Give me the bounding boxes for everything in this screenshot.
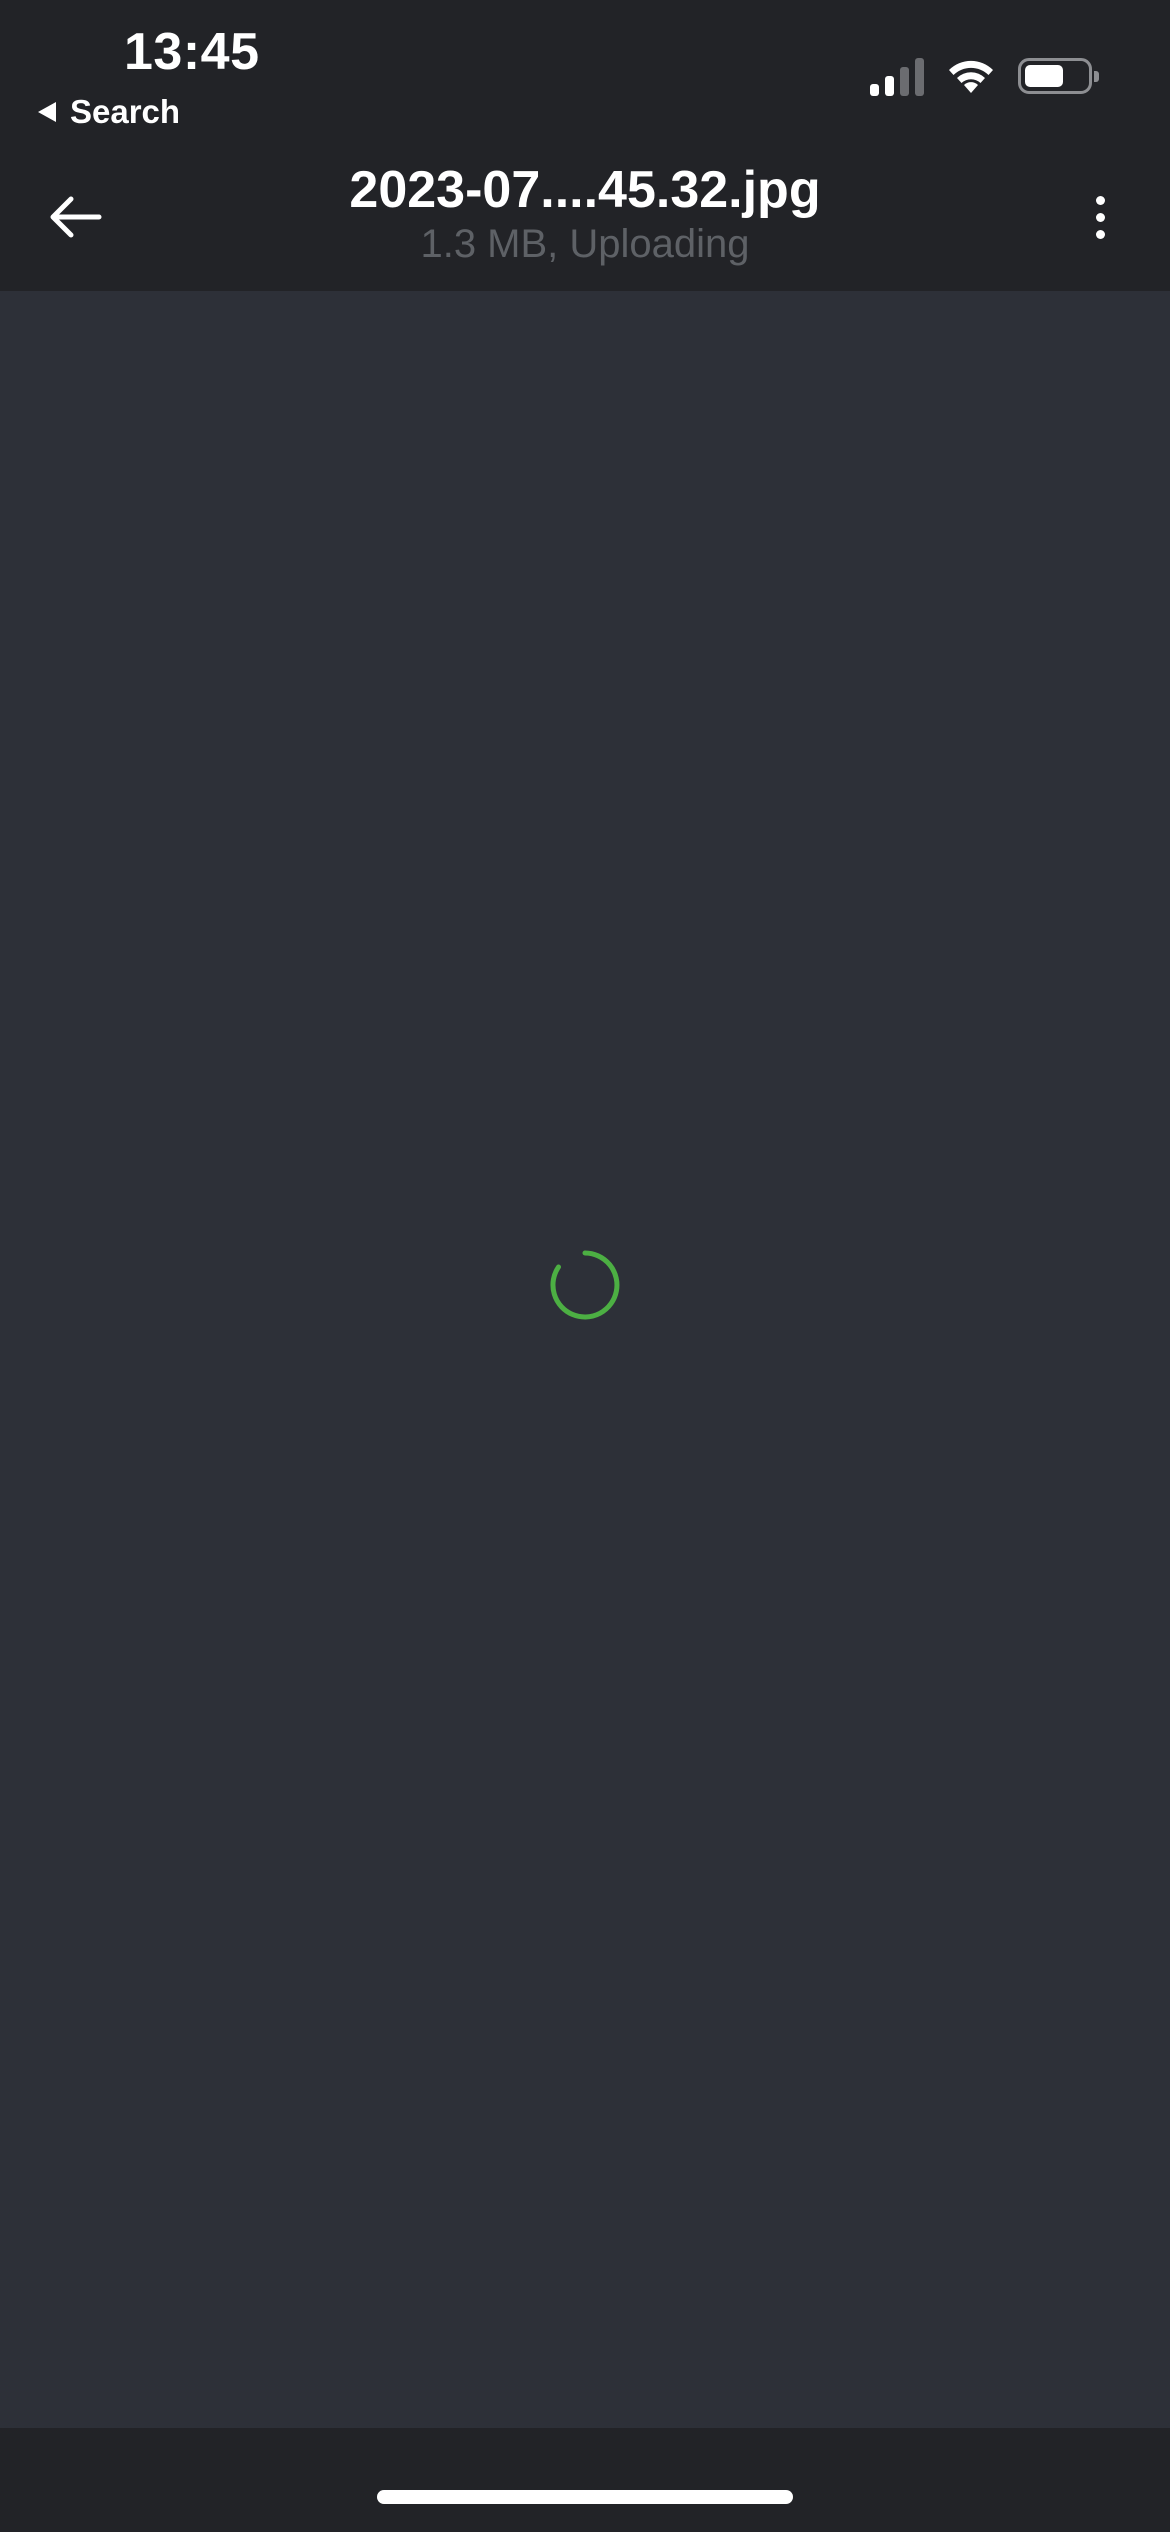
- image-preview-area: [0, 291, 1170, 2428]
- file-name-title: 2023-07....45.32.jpg: [349, 161, 821, 219]
- back-button[interactable]: [40, 182, 110, 252]
- more-options-button[interactable]: [1070, 187, 1130, 247]
- bottom-bar: [0, 2428, 1170, 2532]
- more-vertical-icon: [1095, 195, 1105, 205]
- status-back-to-app[interactable]: Search: [38, 90, 180, 134]
- screen: 13:45 Search 2023-07....45.32.jpg 1.3 MB…: [0, 0, 1170, 2532]
- status-back-label: Search: [70, 93, 181, 130]
- home-indicator[interactable]: [377, 2490, 793, 2504]
- signal-icon: [870, 56, 924, 96]
- battery-icon: [1018, 58, 1099, 94]
- back-triangle-icon: [38, 102, 56, 122]
- arrow-left-icon: [50, 196, 102, 238]
- wifi-icon: [949, 60, 993, 93]
- header-area: 13:45 Search 2023-07....45.32.jpg 1.3 MB…: [0, 0, 1170, 291]
- file-status-subtitle: 1.3 MB, Uploading: [420, 222, 750, 266]
- loading-spinner-icon: [550, 1250, 620, 1320]
- status-time: 13:45: [124, 23, 260, 81]
- status-icons: [870, 56, 1099, 96]
